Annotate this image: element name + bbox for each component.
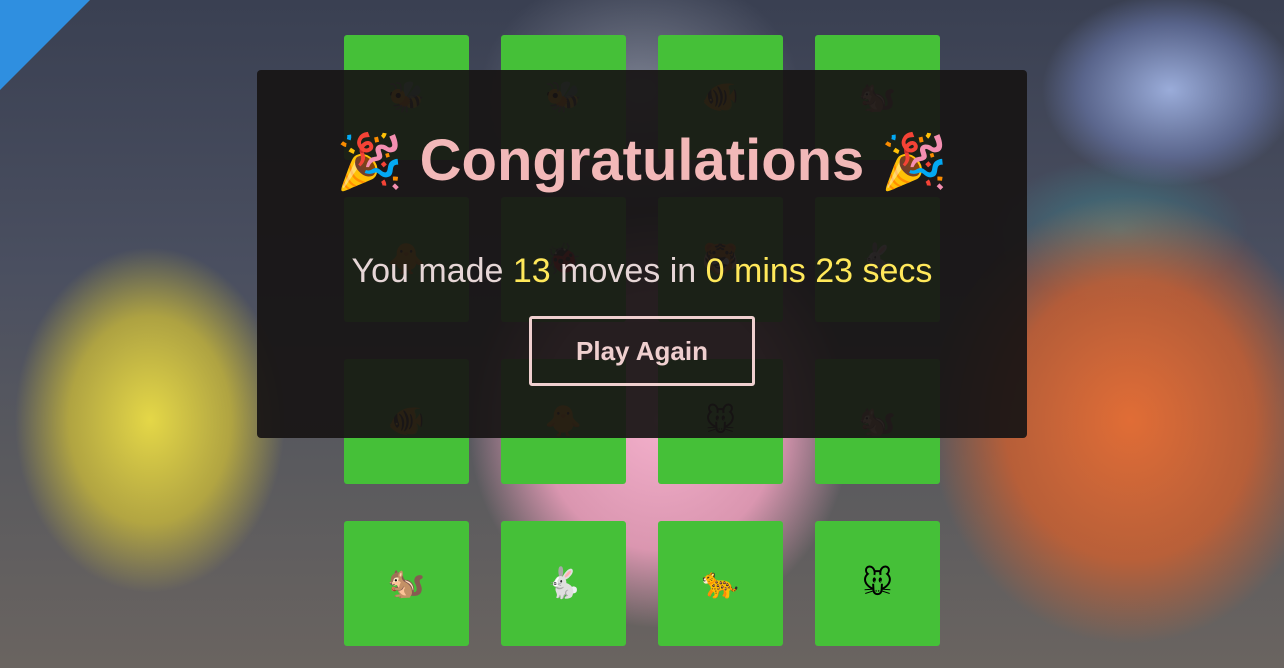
mouse-icon: 🐭	[861, 565, 894, 601]
play-again-button[interactable]: Play Again	[529, 316, 755, 386]
card[interactable]: 🐭	[815, 521, 940, 646]
corner-accent	[0, 0, 90, 90]
squirrel-icon: 🐿️	[387, 565, 426, 601]
elapsed-seconds: 23 secs	[815, 252, 933, 290]
stats-prefix: You made	[351, 252, 513, 290]
rabbit-icon: 🐇	[544, 565, 583, 601]
modal-title: 🎉 Congratulations 🎉	[257, 126, 1027, 196]
elapsed-minutes: 0 mins	[705, 252, 806, 290]
result-summary: You made 13 moves in 0 mins 23 secs	[257, 252, 1027, 291]
party-popper-icon: 🎉	[880, 130, 948, 193]
moves-count: 13	[512, 252, 551, 290]
title-text: Congratulations	[419, 128, 865, 193]
congratulations-modal: 🎉 Congratulations 🎉 You made 13 moves in…	[257, 70, 1027, 438]
party-popper-icon: 🎉	[336, 130, 404, 193]
leopard-icon: 🐆	[701, 565, 740, 601]
moves-label: moves in	[550, 252, 706, 290]
card[interactable]: 🐆	[658, 521, 783, 646]
card[interactable]: 🐇	[501, 521, 626, 646]
card[interactable]: 🐿️	[344, 521, 469, 646]
